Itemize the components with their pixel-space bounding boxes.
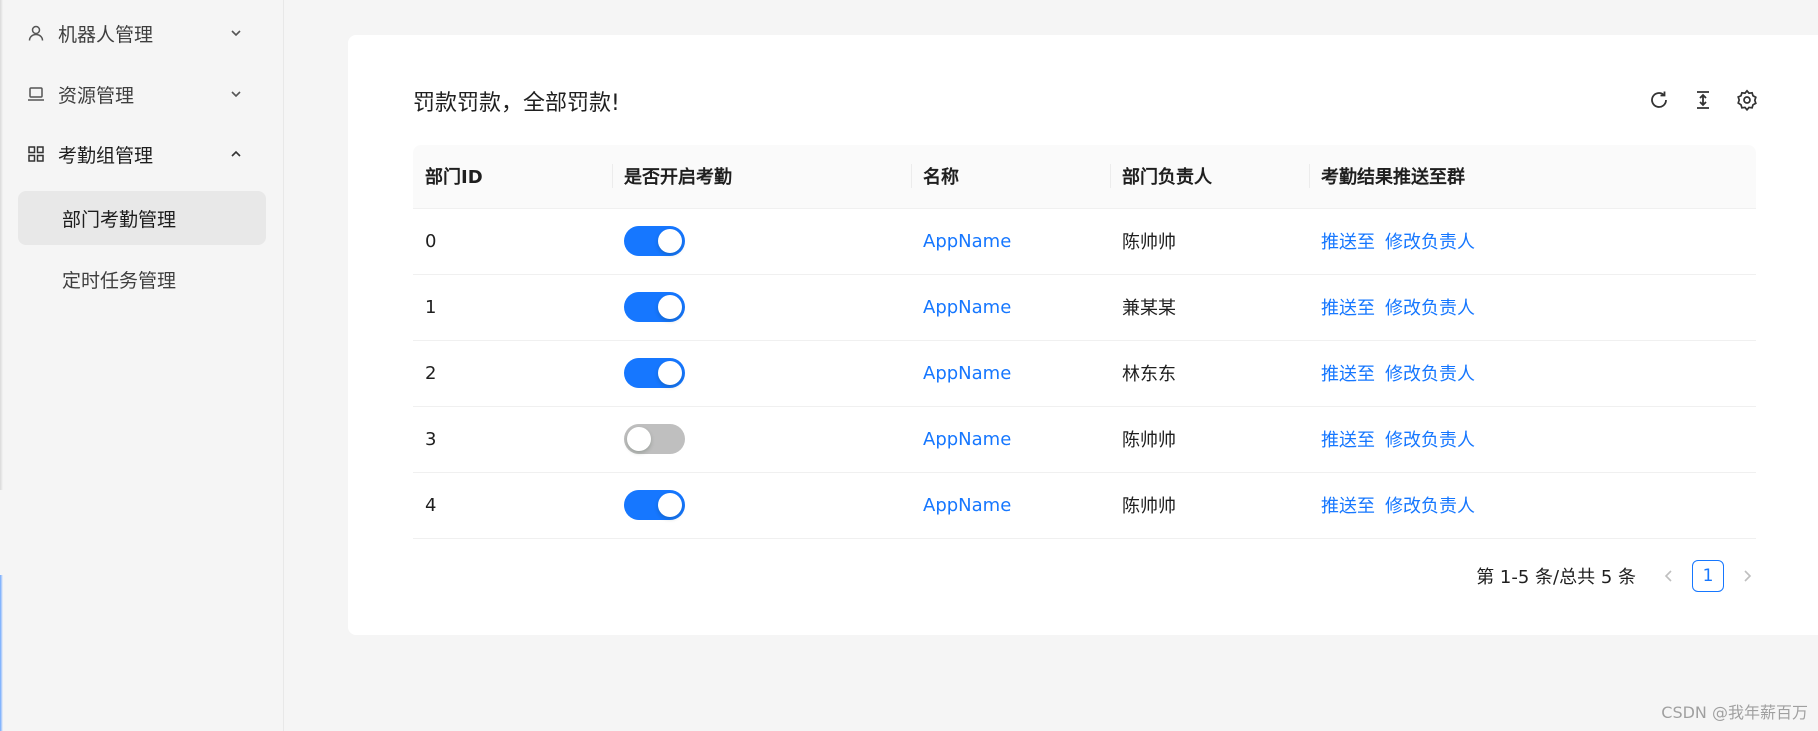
header-push-result: 考勤结果推送至群: [1309, 145, 1756, 209]
edit-owner-link[interactable]: 修改负责人: [1385, 298, 1475, 319]
submenu-label: 定时任务管理: [62, 269, 177, 292]
density-icon[interactable]: [1690, 87, 1716, 113]
chevron-down-icon: [228, 25, 244, 41]
cell-name: AppName: [911, 406, 1110, 473]
cell-dept-id: 0: [413, 208, 612, 275]
attendance-toggle[interactable]: [624, 490, 685, 520]
attendance-toggle[interactable]: [624, 226, 685, 256]
app-name-link[interactable]: AppName: [923, 297, 1011, 318]
table-row: 3 AppName 陈帅帅 推送至 修改负责人: [413, 406, 1756, 473]
table-toolbar: [1646, 87, 1760, 113]
setting-icon[interactable]: [1734, 87, 1760, 113]
push-to-link[interactable]: 推送至: [1321, 430, 1375, 451]
submenu-scheduled-tasks[interactable]: 定时任务管理: [18, 252, 266, 306]
app-name-link[interactable]: AppName: [923, 363, 1011, 384]
appstore-icon: [26, 144, 46, 164]
cell-owner: 兼某某: [1110, 274, 1309, 341]
push-to-link[interactable]: 推送至: [1321, 496, 1375, 517]
pagination: 第 1-5 条/总共 5 条 1: [1476, 560, 1760, 592]
chevron-right-icon[interactable]: [1734, 560, 1760, 592]
cell-name: AppName: [911, 274, 1110, 341]
attendance-toggle[interactable]: [624, 292, 685, 322]
push-to-link[interactable]: 推送至: [1321, 364, 1375, 385]
card-title: 罚款罚款，全部罚款!: [413, 91, 620, 116]
header-attendance-enabled: 是否开启考勤: [612, 145, 911, 209]
cell-actions: 推送至 修改负责人: [1309, 208, 1756, 275]
toggle-knob: [658, 229, 682, 253]
cell-switch: [612, 406, 911, 473]
cell-owner: 林东东: [1110, 340, 1309, 407]
cell-actions: 推送至 修改负责人: [1309, 274, 1756, 341]
menu-resource-management[interactable]: 资源管理: [18, 70, 266, 118]
edit-owner-link[interactable]: 修改负责人: [1385, 232, 1475, 253]
table-row: 1 AppName 兼某某 推送至 修改负责人: [413, 274, 1756, 341]
push-to-link[interactable]: 推送至: [1321, 232, 1375, 253]
table-row: 4 AppName 陈帅帅 推送至 修改负责人: [413, 472, 1756, 539]
cell-owner: 陈帅帅: [1110, 208, 1309, 275]
cell-switch: [612, 472, 911, 539]
watermark: CSDN @我年薪百万: [1661, 703, 1808, 722]
attendance-toggle[interactable]: [624, 424, 685, 454]
submenu-label: 部门考勤管理: [62, 208, 177, 231]
cell-owner: 陈帅帅: [1110, 406, 1309, 473]
sidebar-edge-accent: [0, 575, 3, 731]
table-card: 罚款罚款，全部罚款! 部门ID 是否开启考勤 名称 部门负责人 考勤结果推送至群…: [348, 35, 1818, 635]
cell-dept-id: 2: [413, 340, 612, 407]
cell-actions: 推送至 修改负责人: [1309, 406, 1756, 473]
table-row: 0 AppName 陈帅帅 推送至 修改负责人: [413, 208, 1756, 275]
header-dept-id: 部门ID: [413, 145, 612, 209]
cell-actions: 推送至 修改负责人: [1309, 472, 1756, 539]
toggle-knob: [658, 493, 682, 517]
cell-switch: [612, 274, 911, 341]
header-name: 名称: [911, 145, 1110, 209]
edit-owner-link[interactable]: 修改负责人: [1385, 430, 1475, 451]
cell-dept-id: 1: [413, 274, 612, 341]
app-name-link[interactable]: AppName: [923, 495, 1011, 516]
chevron-left-icon[interactable]: [1656, 560, 1682, 592]
app-name-link[interactable]: AppName: [923, 429, 1011, 450]
cell-owner: 陈帅帅: [1110, 472, 1309, 539]
cell-name: AppName: [911, 208, 1110, 275]
cell-actions: 推送至 修改负责人: [1309, 340, 1756, 407]
pagination-total: 第 1-5 条/总共 5 条: [1476, 567, 1636, 588]
reload-icon[interactable]: [1646, 87, 1672, 113]
cell-name: AppName: [911, 340, 1110, 407]
page-number-button[interactable]: 1: [1692, 560, 1724, 592]
sidebar-edge-shadow: [0, 0, 3, 490]
submenu-department-attendance[interactable]: 部门考勤管理: [18, 191, 266, 245]
cell-switch: [612, 208, 911, 275]
laptop-icon: [26, 84, 46, 104]
chevron-up-icon: [228, 146, 244, 162]
app-name-link[interactable]: AppName: [923, 231, 1011, 252]
header-owner: 部门负责人: [1110, 145, 1309, 209]
toggle-knob: [658, 295, 682, 319]
menu-label: 考勤组管理: [58, 144, 154, 167]
user-icon: [26, 23, 46, 43]
menu-robot-management[interactable]: 机器人管理: [18, 9, 266, 57]
cell-switch: [612, 340, 911, 407]
table-header-row: 部门ID 是否开启考勤 名称 部门负责人 考勤结果推送至群: [413, 145, 1756, 209]
toggle-knob: [658, 361, 682, 385]
cell-dept-id: 3: [413, 406, 612, 473]
menu-label: 机器人管理: [58, 23, 154, 46]
department-table: 部门ID 是否开启考勤 名称 部门负责人 考勤结果推送至群 0 AppName …: [413, 145, 1756, 539]
table-row: 2 AppName 林东东 推送至 修改负责人: [413, 340, 1756, 407]
menu-label: 资源管理: [58, 84, 135, 107]
push-to-link[interactable]: 推送至: [1321, 298, 1375, 319]
sidebar: 机器人管理 资源管理 考勤组管理 部门考勤管理 定时任务管理: [0, 0, 284, 731]
cell-name: AppName: [911, 472, 1110, 539]
menu-attendance-group-management[interactable]: 考勤组管理: [18, 130, 266, 178]
cell-dept-id: 4: [413, 472, 612, 539]
attendance-toggle[interactable]: [624, 358, 685, 388]
chevron-down-icon: [228, 86, 244, 102]
edit-owner-link[interactable]: 修改负责人: [1385, 364, 1475, 385]
edit-owner-link[interactable]: 修改负责人: [1385, 496, 1475, 517]
toggle-knob: [627, 427, 651, 451]
